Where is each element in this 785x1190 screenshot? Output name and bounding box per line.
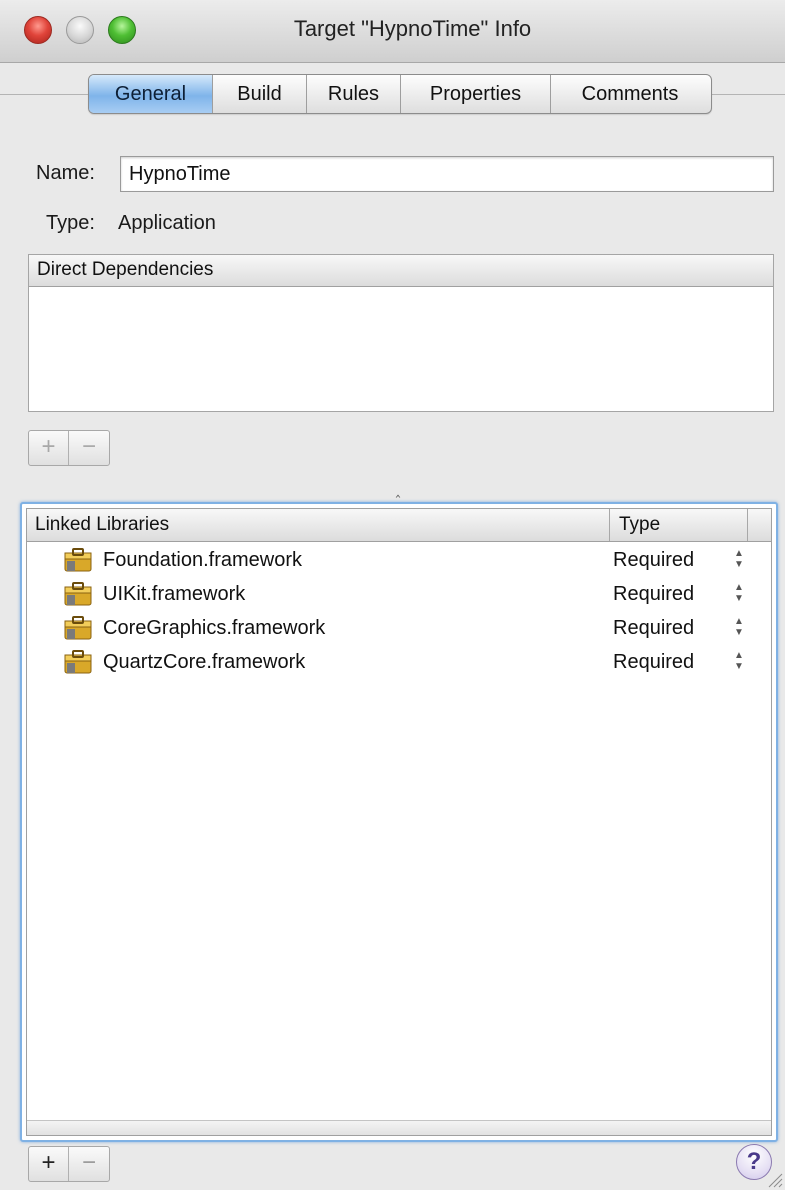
table-row[interactable]: UIKit.framework Required ▲ ▼ [27,577,771,611]
tab-properties[interactable]: Properties [401,75,551,113]
tab-general[interactable]: General [89,75,213,113]
column-linked-libraries[interactable]: Linked Libraries [35,509,169,540]
name-field[interactable]: HypnoTime [120,156,774,192]
remove-library-button[interactable]: − [69,1147,109,1181]
toolbox-framework-icon [64,650,92,674]
library-type[interactable]: Required [613,577,694,611]
target-info-window: Target "HypnoTime" Info General Build Ru… [0,0,785,1190]
add-library-button[interactable]: + [29,1147,69,1181]
type-label: Type: [46,212,95,234]
split-view-handle[interactable]: ‸ [392,482,404,496]
type-stepper-icon[interactable]: ▲ ▼ [733,548,745,572]
window-title: Target "HypnoTime" Info [293,16,532,41]
toolbox-framework-icon [64,616,92,640]
dependencies-add-remove: + − [28,430,110,466]
library-type[interactable]: Required [613,645,694,679]
resize-grip-icon[interactable] [765,1170,783,1188]
linked-libraries-body: Linked Libraries Type Foundation.framewo… [26,508,772,1136]
column-type[interactable]: Type [619,509,660,540]
library-name: Foundation.framework [103,549,302,571]
title-bar[interactable]: Target "HypnoTime" Info [0,0,785,63]
toolbox-framework-icon [64,582,92,606]
tab-comments[interactable]: Comments [551,75,709,113]
linked-libraries-table[interactable]: Linked Libraries Type Foundation.framewo… [20,502,778,1142]
tab-rules[interactable]: Rules [307,75,401,113]
type-stepper-icon[interactable]: ▲ ▼ [733,582,745,606]
column-separator[interactable] [747,509,748,541]
library-name: UIKit.framework [103,583,246,605]
libraries-add-remove: + − [28,1146,110,1182]
linked-libraries-header: Linked Libraries Type [27,509,771,542]
column-separator[interactable] [609,509,610,541]
tab-bar: General Build Rules Properties Comments [88,74,712,114]
library-type[interactable]: Required [613,611,694,645]
direct-dependencies-header[interactable]: Direct Dependencies [29,255,773,287]
tab-build[interactable]: Build [213,75,307,113]
table-row[interactable]: QuartzCore.framework Required ▲ ▼ [27,645,771,679]
library-type[interactable]: Required [613,543,694,577]
add-dependency-button[interactable]: + [29,431,69,465]
library-name: QuartzCore.framework [103,651,306,673]
toolbox-framework-icon [64,548,92,572]
table-row[interactable]: Foundation.framework Required ▲ ▼ [27,543,771,577]
direct-dependencies-list[interactable]: Direct Dependencies [28,254,774,412]
type-stepper-icon[interactable]: ▲ ▼ [733,650,745,674]
library-name: CoreGraphics.framework [103,617,326,639]
name-label: Name: [36,162,95,184]
type-stepper-icon[interactable]: ▲ ▼ [733,616,745,640]
table-row[interactable]: CoreGraphics.framework Required ▲ ▼ [27,611,771,645]
type-value: Application [118,212,216,234]
horizontal-scrollbar[interactable] [27,1120,771,1135]
remove-dependency-button[interactable]: − [69,431,109,465]
